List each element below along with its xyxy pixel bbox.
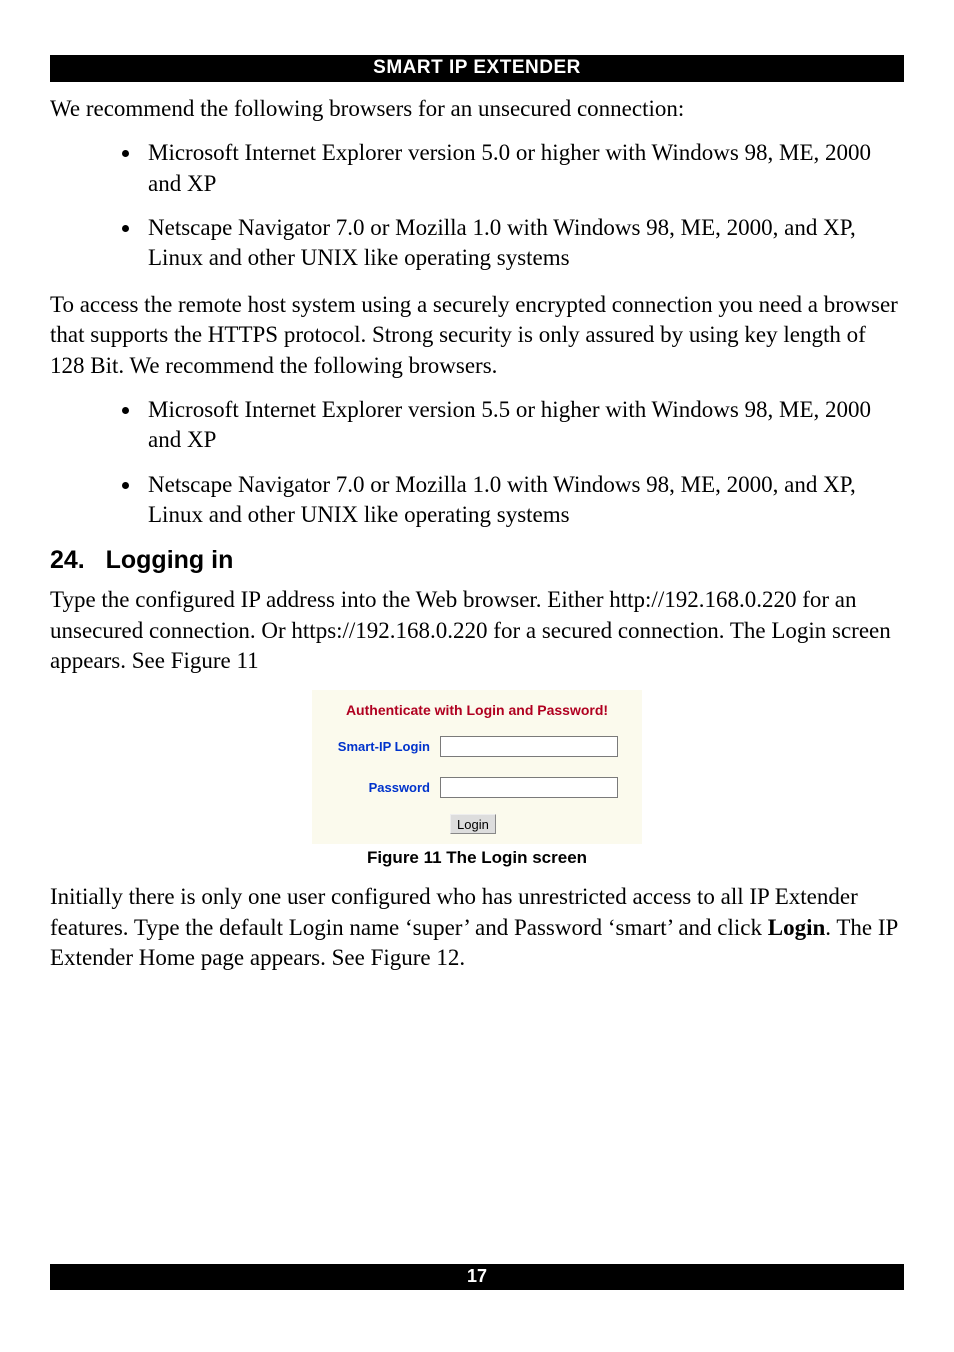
login-button[interactable]: Login: [450, 814, 496, 834]
login-banner: Authenticate with Login and Password!: [322, 702, 632, 718]
list-item: Netscape Navigator 7.0 or Mozilla 1.0 wi…: [142, 213, 904, 274]
list-item: Microsoft Internet Explorer version 5.5 …: [142, 395, 904, 456]
section-number: 24.: [50, 546, 85, 574]
browser-list-unsecured: Microsoft Internet Explorer version 5.0 …: [50, 138, 904, 273]
para4-pre: Initially there is only one user configu…: [50, 884, 858, 939]
login-password-input[interactable]: [440, 777, 618, 798]
figure-caption: Figure 11 The Login screen: [50, 848, 904, 868]
intro-paragraph: We recommend the following browsers for …: [50, 94, 904, 124]
section-title: Logging in: [106, 546, 234, 574]
post-figure-paragraph: Initially there is only one user configu…: [50, 882, 904, 973]
login-username-input[interactable]: [440, 736, 618, 757]
header-bar: SMART IP EXTENDER: [50, 55, 904, 82]
logging-in-paragraph: Type the configured IP address into the …: [50, 585, 904, 676]
login-username-label: Smart-IP Login: [322, 739, 440, 754]
secure-paragraph: To access the remote host system using a…: [50, 290, 904, 381]
login-screen-figure: Authenticate with Login and Password! Sm…: [312, 690, 642, 844]
login-password-label: Password: [322, 780, 440, 795]
footer-bar: 17: [50, 1264, 904, 1290]
para4-bold: Login: [768, 915, 826, 940]
section-heading: 24. Logging in: [50, 546, 904, 575]
browser-list-secured: Microsoft Internet Explorer version 5.5 …: [50, 395, 904, 530]
list-item: Microsoft Internet Explorer version 5.0 …: [142, 138, 904, 199]
list-item: Netscape Navigator 7.0 or Mozilla 1.0 wi…: [142, 470, 904, 531]
